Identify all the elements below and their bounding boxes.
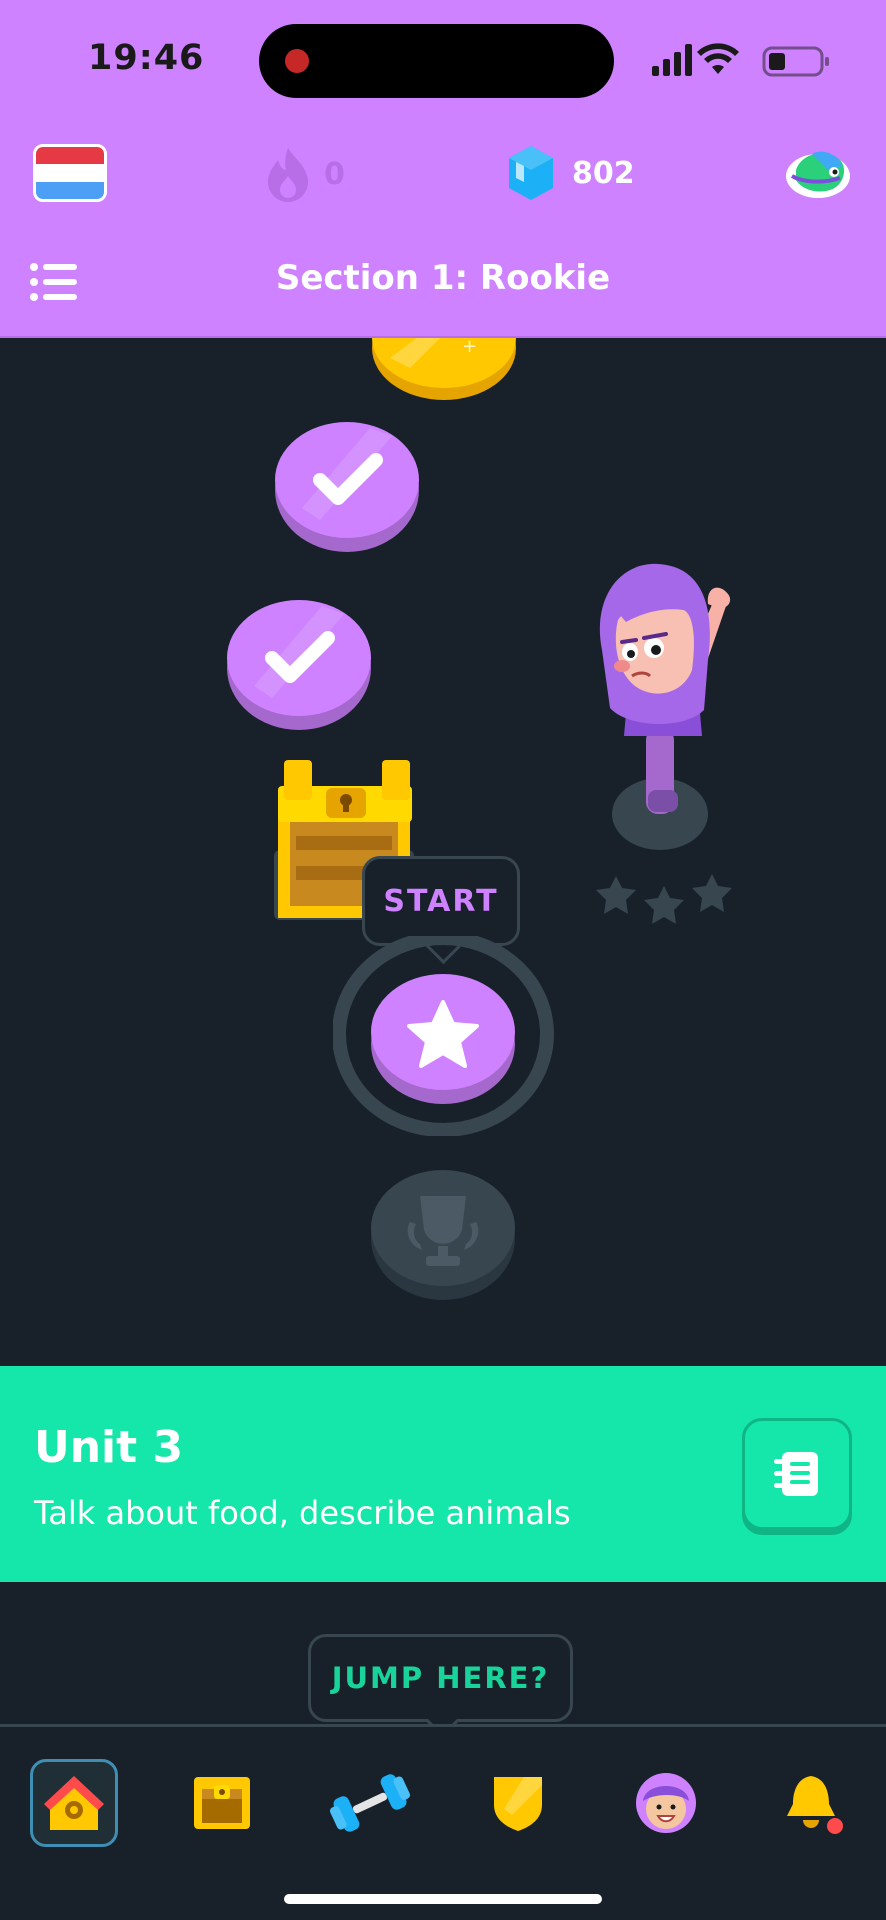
recording-indicator xyxy=(285,49,309,73)
gems-counter[interactable]: 802 xyxy=(506,144,635,202)
level-node-shape xyxy=(332,931,554,1137)
completed-level-node[interactable] xyxy=(226,598,372,732)
nav-home[interactable] xyxy=(30,1759,118,1847)
character-illustration xyxy=(599,563,731,850)
nav-shop[interactable] xyxy=(178,1759,266,1847)
nav-notifications[interactable] xyxy=(770,1759,858,1847)
battery-icon xyxy=(762,46,829,77)
gem-icon xyxy=(509,146,553,200)
section-title[interactable]: Section 1: Rookie xyxy=(0,258,886,298)
streak-count: 0 xyxy=(324,156,345,192)
language-flag-button[interactable] xyxy=(33,144,107,202)
level-node-shape xyxy=(371,1170,515,1300)
locked-trophy-node[interactable] xyxy=(370,1166,516,1302)
app-root: 19:46 0 802 Section 1: Rookie + START Un… xyxy=(0,0,886,1920)
dumbbell-icon xyxy=(330,1774,410,1832)
flame-icon xyxy=(268,148,308,202)
streak-counter[interactable]: 0 xyxy=(266,146,345,202)
level-node-shape xyxy=(275,422,419,552)
super-badge-icon[interactable] xyxy=(782,140,854,206)
unit-banner: Unit 3 Talk about food, describe animals xyxy=(0,1366,886,1582)
signal-icon xyxy=(652,44,692,76)
completed-level-node[interactable] xyxy=(274,420,420,554)
avatar-icon xyxy=(636,1773,696,1833)
current-level-node[interactable] xyxy=(332,931,555,1137)
bottom-nav xyxy=(0,1724,886,1920)
completed-level-node-gold[interactable]: + xyxy=(370,338,518,400)
guidebook-button[interactable] xyxy=(742,1418,852,1530)
nav-practice[interactable] xyxy=(326,1759,414,1847)
gems-count: 802 xyxy=(572,155,635,191)
header: 19:46 0 802 Section 1: Rookie xyxy=(0,0,886,338)
nav-profile[interactable] xyxy=(622,1759,710,1847)
house-icon xyxy=(44,1776,104,1830)
unit-subtitle: Talk about food, describe animals xyxy=(34,1494,571,1532)
start-tooltip[interactable]: START xyxy=(362,856,520,946)
unit-title: Unit 3 xyxy=(34,1422,184,1473)
svg-text:+: + xyxy=(462,338,477,357)
character-stars xyxy=(596,874,732,924)
status-time: 19:46 xyxy=(88,38,205,78)
treasure-chest-icon xyxy=(194,1777,250,1829)
nav-leagues[interactable] xyxy=(474,1759,562,1847)
jump-here-button[interactable]: JUMP HERE? xyxy=(308,1634,573,1722)
shield-icon xyxy=(494,1777,542,1831)
wifi-icon xyxy=(697,43,739,74)
level-node-shape xyxy=(227,600,371,730)
notification-dot xyxy=(827,1818,843,1834)
guidebook-icon xyxy=(774,1452,818,1496)
status-icons xyxy=(652,43,829,77)
bell-icon xyxy=(787,1776,843,1834)
home-indicator xyxy=(284,1894,602,1904)
dynamic-island xyxy=(259,24,614,98)
